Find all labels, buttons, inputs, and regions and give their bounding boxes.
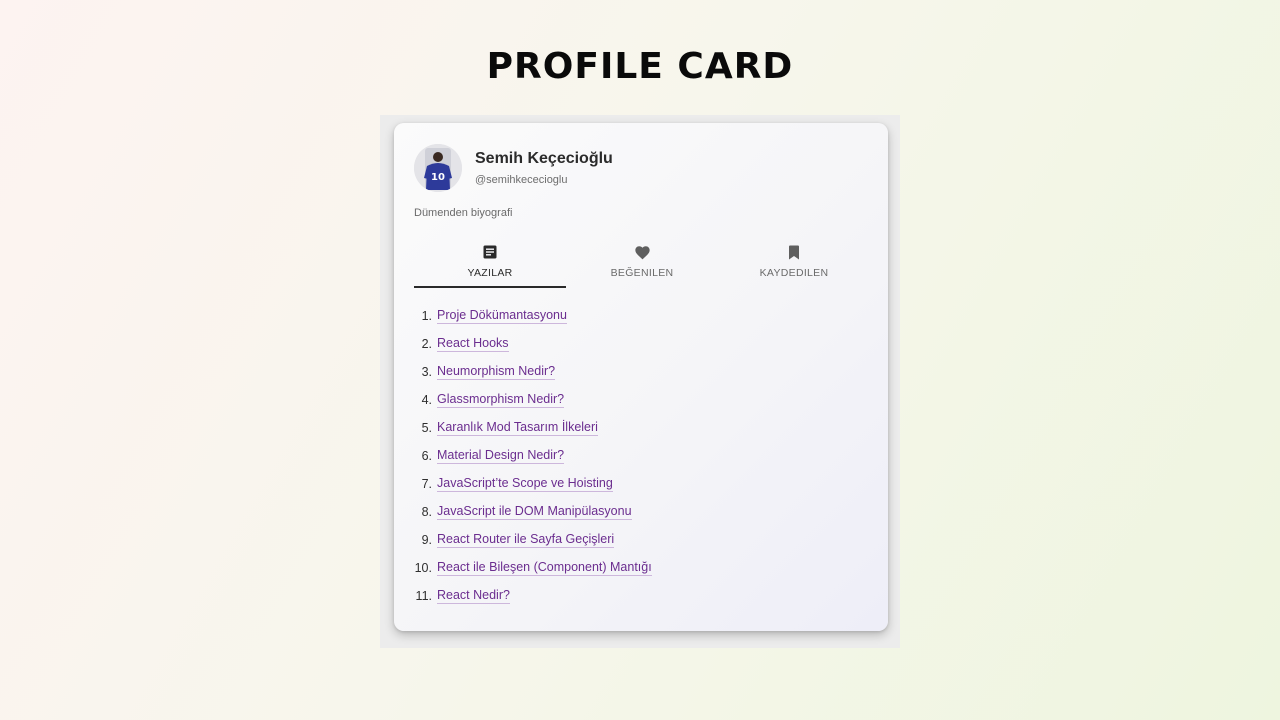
post-link[interactable]: Karanlık Mod Tasarım İlkeleri bbox=[437, 420, 598, 436]
post-link[interactable]: React Nedir? bbox=[437, 588, 510, 604]
page-title: PROFILE CARD bbox=[486, 46, 794, 87]
tab-label: BEĞENILEN bbox=[610, 267, 674, 279]
avatar[interactable]: 10 bbox=[414, 144, 462, 192]
post-link[interactable]: Glassmorphism Nedir? bbox=[437, 392, 565, 408]
list-item: 7. JavaScript’te Scope ve Hoisting bbox=[408, 470, 652, 498]
post-number: 6. bbox=[421, 449, 432, 463]
user-handle: @semihkececioglu bbox=[475, 174, 568, 186]
tab-label: YAZILAR bbox=[467, 267, 513, 279]
list-item: 4. Glassmorphism Nedir? bbox=[408, 386, 652, 414]
tab-kaydedilen[interactable]: KAYDEDILEN bbox=[718, 242, 870, 288]
list-item: 3. Neumorphism Nedir? bbox=[408, 358, 652, 386]
post-link[interactable]: React ile Bileşen (Component) Mantığı bbox=[437, 560, 652, 576]
post-number: 4. bbox=[421, 393, 432, 407]
profile-card: 10 Semih Keçecioğlu @semihkececioglu Düm… bbox=[394, 123, 888, 631]
jersey-number: 10 bbox=[431, 172, 445, 183]
post-link[interactable]: Neumorphism Nedir? bbox=[437, 364, 556, 380]
list-item: 6. Material Design Nedir? bbox=[408, 442, 652, 470]
post-number: 8. bbox=[421, 505, 432, 519]
post-number: 2. bbox=[421, 337, 432, 351]
bookmark-icon bbox=[788, 244, 800, 260]
list-item: 2. React Hooks bbox=[408, 330, 652, 358]
heart-icon bbox=[634, 244, 651, 260]
post-link[interactable]: Proje Dökümantasyonu bbox=[437, 308, 567, 324]
post-link[interactable]: Material Design Nedir? bbox=[437, 448, 565, 464]
avatar-photo-icon: 10 bbox=[414, 144, 462, 192]
list-item: 9. React Router ile Sayfa Geçişleri bbox=[408, 526, 652, 554]
tab-label: KAYDEDILEN bbox=[759, 267, 829, 279]
profile-tabs: YAZILAR BEĞENILEN KAYDEDILEN bbox=[414, 242, 870, 288]
profile-header: 10 Semih Keçecioğlu @semihkececioglu bbox=[414, 144, 613, 192]
user-info: Semih Keçecioğlu @semihkececioglu bbox=[475, 150, 613, 186]
post-number: 10. bbox=[414, 561, 432, 575]
post-link[interactable]: JavaScript ile DOM Manipülasyonu bbox=[437, 504, 632, 520]
post-number: 9. bbox=[421, 533, 432, 547]
tab-begenilen[interactable]: BEĞENILEN bbox=[566, 242, 718, 288]
list-item: 5. Karanlık Mod Tasarım İlkeleri bbox=[408, 414, 652, 442]
post-number: 5. bbox=[421, 421, 432, 435]
article-icon bbox=[483, 244, 497, 260]
post-list: 1. Proje Dökümantasyonu 2. React Hooks 3… bbox=[408, 302, 652, 610]
post-link[interactable]: React Hooks bbox=[437, 336, 509, 352]
post-number: 3. bbox=[421, 365, 432, 379]
post-number: 11. bbox=[415, 589, 432, 603]
tab-yazilar[interactable]: YAZILAR bbox=[414, 242, 566, 288]
user-bio: Dümenden biyografi bbox=[414, 207, 513, 219]
list-item: 11. React Nedir? bbox=[408, 582, 652, 610]
post-link[interactable]: JavaScript’te Scope ve Hoisting bbox=[437, 476, 613, 492]
screenshot-frame: 10 Semih Keçecioğlu @semihkececioglu Düm… bbox=[380, 115, 900, 648]
user-name: Semih Keçecioğlu bbox=[475, 150, 613, 167]
post-link[interactable]: React Router ile Sayfa Geçişleri bbox=[437, 532, 615, 548]
post-number: 1. bbox=[421, 309, 432, 323]
list-item: 10. React ile Bileşen (Component) Mantığ… bbox=[408, 554, 652, 582]
post-number: 7. bbox=[421, 477, 432, 491]
list-item: 1. Proje Dökümantasyonu bbox=[408, 302, 652, 330]
list-item: 8. JavaScript ile DOM Manipülasyonu bbox=[408, 498, 652, 526]
